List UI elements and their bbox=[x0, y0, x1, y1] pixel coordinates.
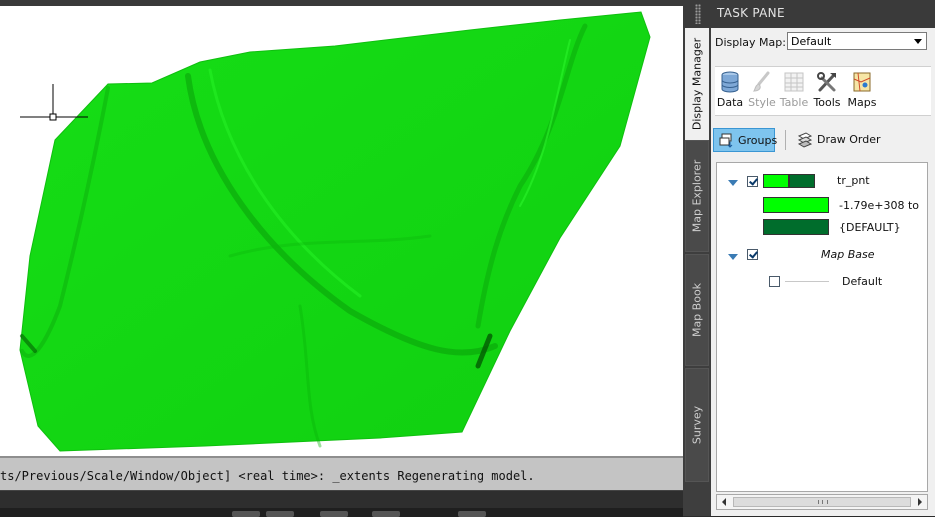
drag-grip-icon[interactable] bbox=[695, 4, 701, 24]
scroll-right-icon[interactable] bbox=[918, 498, 922, 506]
task-pane-header: TASK PANE bbox=[683, 0, 935, 28]
table-icon bbox=[784, 72, 804, 92]
layer-visibility-checkbox[interactable] bbox=[769, 276, 780, 287]
draw-order-button-label: Draw Order bbox=[817, 133, 881, 146]
scrollbar-thumb[interactable] bbox=[733, 497, 911, 507]
layer-tree: tr_pnt -1.79e+308 to {DEFAULT} Map Base … bbox=[716, 162, 928, 492]
layer-color-swatch bbox=[763, 174, 789, 188]
legend-label: -1.79e+308 to bbox=[839, 199, 919, 212]
maps-button-label: Maps bbox=[847, 96, 877, 109]
tab-map-book[interactable]: Map Book bbox=[685, 254, 709, 366]
toolbar-separator bbox=[785, 130, 786, 150]
layer-style-line bbox=[785, 281, 829, 282]
display-map-label: Display Map: bbox=[715, 36, 786, 49]
tools-button-label: Tools bbox=[813, 96, 841, 109]
command-line[interactable]: ts/Previous/Scale/Window/Object] <real t… bbox=[0, 456, 683, 490]
maps-button[interactable]: Maps bbox=[847, 70, 877, 112]
task-pane: TASK PANE Display Manager Map Explorer M… bbox=[683, 0, 935, 516]
command-line-text: ts/Previous/Scale/Window/Object] <real t… bbox=[0, 469, 535, 483]
table-button[interactable]: Table bbox=[779, 70, 809, 112]
groups-icon bbox=[719, 133, 733, 148]
scroll-left-icon[interactable] bbox=[722, 498, 726, 506]
tools-icon bbox=[817, 72, 836, 92]
horizontal-scrollbar[interactable] bbox=[716, 494, 928, 510]
chevron-down-icon bbox=[914, 39, 922, 44]
data-button[interactable]: Data bbox=[715, 70, 745, 112]
task-pane-tabs: Display Manager Map Explorer Map Book Su… bbox=[683, 28, 711, 516]
layer-name[interactable]: Default bbox=[842, 275, 882, 288]
display-manager-panel: Display Map: Default Data Style Table To… bbox=[711, 28, 935, 516]
surface-drawing bbox=[19, 11, 651, 452]
layer-color-swatch bbox=[789, 174, 815, 188]
legend-swatch bbox=[763, 219, 829, 235]
status-button[interactable] bbox=[232, 511, 260, 517]
brush-icon bbox=[752, 71, 770, 92]
ucs-crosshair bbox=[20, 84, 88, 121]
status-button[interactable] bbox=[372, 511, 400, 517]
status-button[interactable] bbox=[320, 511, 348, 517]
tab-label: Map Book bbox=[690, 282, 704, 338]
drawing-canvas[interactable] bbox=[0, 6, 683, 456]
group-name[interactable]: Map Base bbox=[821, 248, 875, 261]
database-icon bbox=[721, 71, 739, 93]
status-button[interactable] bbox=[458, 511, 486, 517]
style-button-label: Style bbox=[748, 96, 776, 109]
expand-triangle-icon[interactable] bbox=[728, 180, 738, 186]
layer-visibility-checkbox[interactable] bbox=[747, 176, 758, 187]
layer-name[interactable]: tr_pnt bbox=[837, 174, 870, 187]
legend-swatch bbox=[763, 197, 829, 213]
data-button-label: Data bbox=[716, 96, 744, 109]
scroll-grip-icon bbox=[818, 500, 828, 504]
style-button[interactable]: Style bbox=[747, 70, 777, 112]
task-pane-title: TASK PANE bbox=[717, 6, 785, 20]
display-map-select[interactable]: Default bbox=[787, 32, 927, 50]
expand-triangle-icon[interactable] bbox=[728, 254, 738, 260]
table-button-label: Table bbox=[779, 96, 809, 109]
maps-icon bbox=[853, 72, 871, 92]
draw-order-button[interactable]: Draw Order bbox=[793, 128, 903, 152]
draw-order-icon bbox=[797, 132, 813, 148]
tab-map-explorer[interactable]: Map Explorer bbox=[685, 140, 709, 252]
tab-label: Display Manager bbox=[690, 37, 704, 131]
tab-label: Survey bbox=[690, 405, 704, 445]
status-bar bbox=[0, 490, 683, 517]
groups-button-label: Groups bbox=[738, 134, 778, 147]
status-button[interactable] bbox=[266, 511, 294, 517]
display-map-value: Default bbox=[791, 35, 832, 48]
legend-label: {DEFAULT} bbox=[839, 221, 901, 234]
tin-surface bbox=[19, 11, 651, 452]
tab-display-manager[interactable]: Display Manager bbox=[685, 28, 709, 140]
tab-survey[interactable]: Survey bbox=[685, 368, 709, 482]
tools-button[interactable]: Tools bbox=[812, 70, 842, 112]
group-visibility-checkbox[interactable] bbox=[747, 249, 758, 260]
groups-button[interactable]: Groups bbox=[713, 128, 778, 152]
display-manager-toolbar: Data Style Table Tools Maps bbox=[715, 66, 931, 116]
tab-label: Map Explorer bbox=[690, 159, 704, 233]
